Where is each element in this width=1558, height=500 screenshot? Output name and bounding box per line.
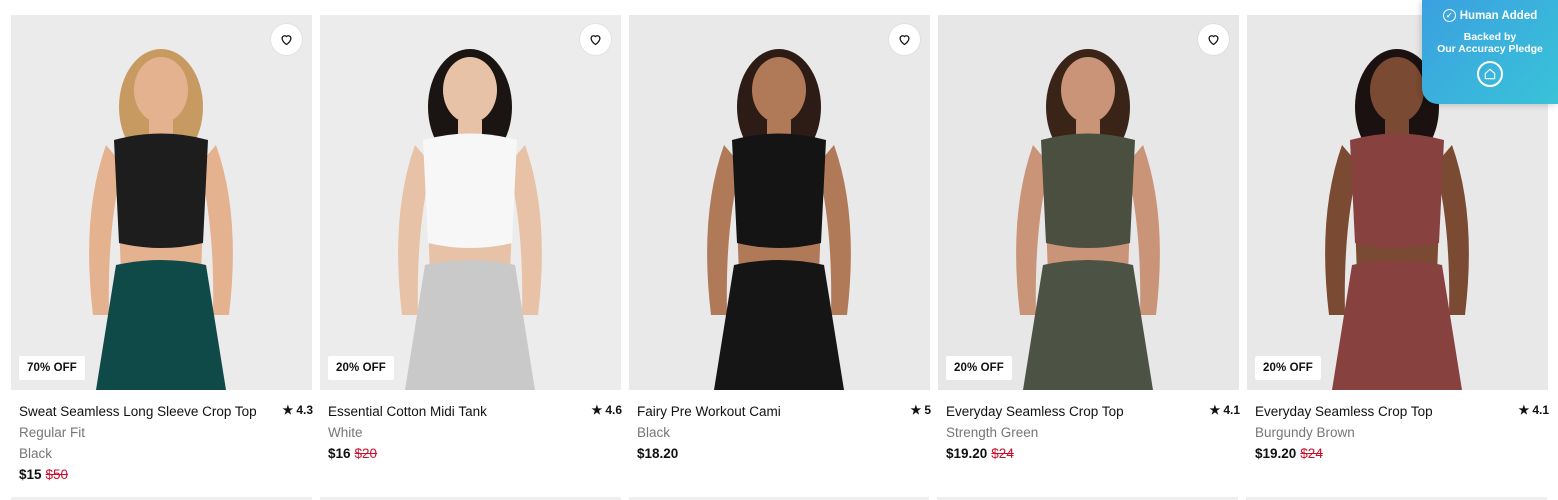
wishlist-button[interactable] bbox=[1198, 24, 1229, 55]
accuracy-pledge-banner[interactable]: ✓ Human Added Backed by Our Accuracy Ple… bbox=[1422, 0, 1558, 104]
model-top bbox=[114, 133, 208, 248]
model-face bbox=[1061, 57, 1115, 123]
rating-value: 4.6 bbox=[605, 403, 622, 417]
product-color: Strength Green bbox=[946, 425, 1039, 440]
product-grid: 70% OFF Sweat Seamless Long Sleeve Crop … bbox=[11, 15, 1549, 485]
product-price: $19.20 bbox=[1255, 446, 1297, 461]
product-image[interactable]: 70% OFF bbox=[11, 15, 312, 390]
product-color: Black bbox=[637, 425, 671, 440]
price-row: $16 $20 bbox=[328, 443, 613, 464]
model-photo bbox=[11, 15, 312, 390]
original-price: $24 bbox=[991, 446, 1014, 461]
pledge-line-2: Our Accuracy Pledge bbox=[1437, 43, 1543, 55]
product-info: Essential Cotton Midi Tank ★ 4.6 White $1… bbox=[320, 390, 622, 464]
product-info: Everyday Seamless Crop Top ★ 4.1 Burgundy… bbox=[1247, 390, 1549, 464]
product-card[interactable]: Fairy Pre Workout Cami ★ 5 Black $18.20 bbox=[629, 15, 931, 485]
product-name[interactable]: Everyday Seamless Crop Top bbox=[1255, 401, 1433, 422]
pledge-title: Human Added bbox=[1459, 9, 1538, 22]
discount-badge: 70% OFF bbox=[19, 356, 85, 380]
product-price: $18.20 bbox=[637, 446, 679, 461]
product-name[interactable]: Fairy Pre Workout Cami bbox=[637, 401, 781, 422]
product-color: Black bbox=[19, 446, 53, 461]
star-icon: ★ bbox=[1209, 403, 1221, 417]
product-fit: Regular Fit bbox=[19, 425, 86, 440]
product-price: $15 bbox=[19, 467, 42, 482]
product-name[interactable]: Sweat Seamless Long Sleeve Crop Top bbox=[19, 401, 257, 422]
heart-outline-icon bbox=[590, 35, 601, 46]
check-circle-icon: ✓ bbox=[1442, 9, 1456, 22]
product-name[interactable]: Essential Cotton Midi Tank bbox=[328, 401, 487, 422]
product-image[interactable] bbox=[629, 15, 930, 390]
model-photo bbox=[320, 15, 621, 390]
pledge-title-row: ✓ Human Added bbox=[1422, 9, 1558, 22]
original-price: $20 bbox=[354, 446, 378, 461]
rating-value: 5 bbox=[924, 403, 931, 417]
model-face bbox=[443, 57, 497, 123]
model-top bbox=[423, 133, 517, 248]
discount-badge: 20% OFF bbox=[946, 356, 1012, 380]
price-row: $18.20 bbox=[637, 443, 922, 464]
wishlist-button[interactable] bbox=[271, 24, 302, 55]
star-icon: ★ bbox=[591, 403, 603, 417]
product-image[interactable]: 20% OFF bbox=[938, 15, 1239, 390]
model-face bbox=[752, 57, 806, 123]
model-top bbox=[1041, 133, 1135, 248]
model-bottoms bbox=[1332, 260, 1462, 390]
rating-value: 4.3 bbox=[296, 403, 313, 417]
original-price: $50 bbox=[45, 467, 69, 482]
pledge-line-1: Backed by bbox=[1463, 31, 1517, 43]
product-info: Everyday Seamless Crop Top ★ 4.1 Strength… bbox=[938, 390, 1240, 464]
rating-value: 4.1 bbox=[1223, 403, 1240, 417]
model-bottoms bbox=[1023, 260, 1153, 390]
heart-outline-icon bbox=[281, 35, 292, 46]
star-icon: ★ bbox=[1518, 403, 1530, 417]
discount-badge: 20% OFF bbox=[1255, 356, 1321, 380]
product-info: Fairy Pre Workout Cami ★ 5 Black $18.20 bbox=[629, 390, 931, 464]
product-color: Burgundy Brown bbox=[1255, 425, 1355, 440]
product-name[interactable]: Everyday Seamless Crop Top bbox=[946, 401, 1124, 422]
product-card[interactable]: 20% OFF Everyday Seamless Crop Top ★ 4.1 … bbox=[938, 15, 1240, 485]
wishlist-button[interactable] bbox=[580, 24, 611, 55]
price-row: $19.20 $24 bbox=[1255, 443, 1540, 464]
product-card[interactable]: 20% OFF Essential Cotton Midi Tank ★ 4.6 … bbox=[320, 15, 622, 485]
model-bottoms bbox=[714, 260, 844, 390]
product-image[interactable]: 20% OFF bbox=[320, 15, 621, 390]
product-card[interactable]: 70% OFF Sweat Seamless Long Sleeve Crop … bbox=[11, 15, 313, 485]
model-top bbox=[1350, 133, 1444, 248]
discount-badge: 20% OFF bbox=[328, 356, 394, 380]
product-rating: ★ 4.3 bbox=[283, 400, 313, 421]
price-row: $19.20 $24 bbox=[946, 443, 1231, 464]
heart-outline-icon bbox=[899, 35, 910, 46]
product-rating: ★ 4.6 bbox=[592, 400, 622, 421]
star-icon: ★ bbox=[910, 403, 922, 417]
model-photo bbox=[629, 15, 930, 390]
heart-outline-icon bbox=[1208, 35, 1219, 46]
original-price: $24 bbox=[1300, 446, 1323, 461]
model-photo bbox=[938, 15, 1239, 390]
wishlist-button[interactable] bbox=[889, 24, 920, 55]
rating-value: 4.1 bbox=[1532, 403, 1549, 417]
product-info: Sweat Seamless Long Sleeve Crop Top ★ 4.3… bbox=[11, 390, 313, 485]
product-price: $19.20 bbox=[946, 446, 988, 461]
price-row: $15 $50 bbox=[19, 464, 304, 485]
model-face bbox=[134, 57, 188, 123]
house-icon bbox=[1477, 61, 1503, 87]
star-icon: ★ bbox=[282, 403, 294, 417]
product-color: White bbox=[328, 425, 363, 440]
product-rating: ★ 4.1 bbox=[1210, 400, 1240, 421]
product-price: $16 bbox=[328, 446, 351, 461]
model-face bbox=[1370, 57, 1424, 123]
model-top bbox=[732, 133, 826, 248]
product-rating: ★ 4.1 bbox=[1519, 400, 1549, 421]
model-bottoms bbox=[96, 260, 226, 390]
product-rating: ★ 5 bbox=[911, 400, 931, 421]
model-bottoms bbox=[405, 260, 535, 390]
